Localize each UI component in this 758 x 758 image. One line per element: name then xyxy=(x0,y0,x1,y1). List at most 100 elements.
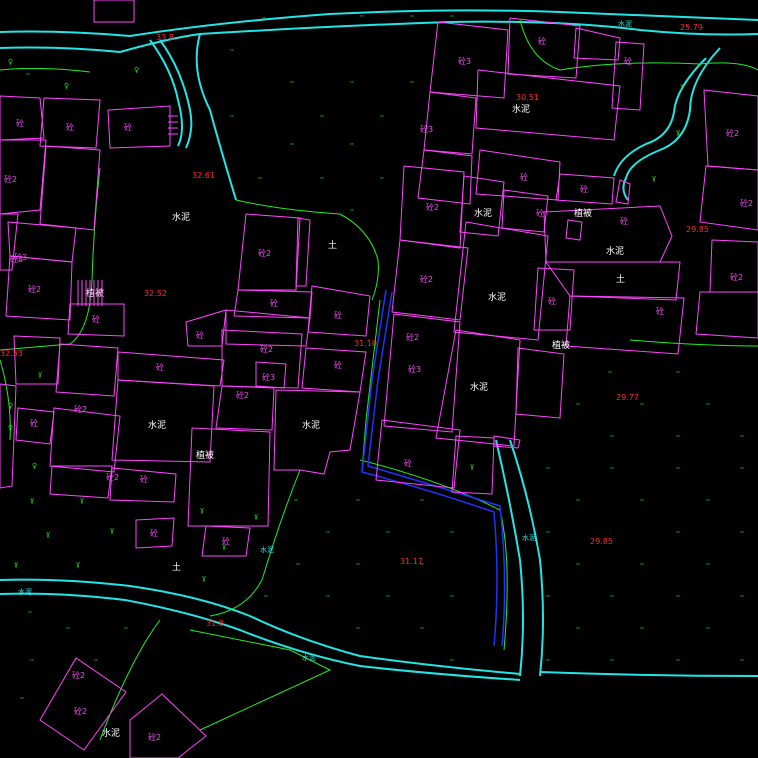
svg-text:ɣ: ɣ xyxy=(200,506,204,514)
svg-text:'': '' xyxy=(326,594,330,602)
svg-text:♀: ♀ xyxy=(8,424,13,432)
ground-label: 土 xyxy=(328,239,337,251)
elevation-label: 25.79 xyxy=(680,23,703,32)
svg-text:'': '' xyxy=(420,626,424,634)
road-vertical-right-1 xyxy=(495,439,524,677)
svg-text:'': '' xyxy=(740,434,744,442)
svg-text:'': '' xyxy=(706,498,710,506)
svg-text:'': '' xyxy=(610,434,614,442)
road-lines xyxy=(0,9,758,681)
svg-text:'': '' xyxy=(356,626,360,634)
svg-text:'': '' xyxy=(450,658,454,666)
svg-text:'': '' xyxy=(26,72,30,80)
vegetation-label: 植被 xyxy=(196,449,214,461)
elevation-label: 29.77 xyxy=(616,393,639,402)
elevation-label: 31.17 xyxy=(400,557,423,566)
building-label: 砼2 xyxy=(74,706,87,716)
svg-text:'': '' xyxy=(640,562,644,570)
road-label: 水泥 xyxy=(618,19,632,28)
elevation-label: 31.8 xyxy=(206,619,224,628)
building-label: 砼 xyxy=(150,528,158,538)
building-label: 砼2 xyxy=(406,332,419,342)
vegetation-label: 植被 xyxy=(86,287,104,299)
building-labels: 砼3 砼 砼 砼3 砼2 砼 砼2 砼2 砼 砼 砼 砼2 砼 砼3 砼 砼2 … xyxy=(4,36,753,742)
svg-text:'': '' xyxy=(610,466,614,474)
road-label: 水泥 xyxy=(18,587,32,596)
building-label: 砼 xyxy=(16,118,24,128)
svg-text:♀: ♀ xyxy=(8,58,13,66)
svg-text:ɣ: ɣ xyxy=(110,526,114,534)
ground-label: 水泥 xyxy=(172,211,190,223)
svg-text:'': '' xyxy=(546,658,550,666)
building-label: 砼3 xyxy=(408,364,421,374)
svg-text:'': '' xyxy=(410,80,414,88)
ground-label: 水泥 xyxy=(606,245,624,257)
svg-text:'': '' xyxy=(546,466,550,474)
svg-text:'': '' xyxy=(320,114,324,122)
building-label: 砼3 xyxy=(262,372,275,382)
building-label: 砼 xyxy=(548,296,556,306)
svg-text:'': '' xyxy=(28,610,32,618)
building-label: 砼 xyxy=(270,298,278,308)
svg-text:'': '' xyxy=(350,208,354,216)
building-label: 砼2 xyxy=(4,174,17,184)
svg-text:♀: ♀ xyxy=(32,462,37,470)
road-top-upper-edge xyxy=(0,9,758,38)
svg-text:'': '' xyxy=(610,594,614,602)
vegetation-boundaries xyxy=(0,19,758,741)
svg-text:'': '' xyxy=(386,594,390,602)
svg-text:'': '' xyxy=(676,530,680,538)
building-label: 砼3 xyxy=(14,252,27,262)
svg-text:'': '' xyxy=(576,626,580,634)
building-label: 砼2 xyxy=(420,274,433,284)
svg-text:'': '' xyxy=(740,658,744,666)
svg-text:'': '' xyxy=(296,562,300,570)
svg-text:'': '' xyxy=(450,530,454,538)
svg-text:'': '' xyxy=(360,14,364,22)
building-label: 砼 xyxy=(140,474,148,484)
svg-text:'': '' xyxy=(294,498,298,506)
building-label: 砼2 xyxy=(106,472,119,482)
svg-text:'': '' xyxy=(576,402,580,410)
building-label: 砼 xyxy=(124,122,132,132)
svg-text:'': '' xyxy=(326,530,330,538)
building-label: 砼 xyxy=(624,56,632,66)
ground-label: 水泥 xyxy=(148,419,166,431)
stairs-hatching xyxy=(77,115,178,306)
building-label: 砼2 xyxy=(74,404,87,414)
building-label: 砼 xyxy=(620,216,628,226)
building-label: 砼2 xyxy=(260,344,273,354)
svg-text:'': '' xyxy=(230,114,234,122)
elevation-points: 33.8 25.79 30.51 32.61 29.85 32.52 31.10… xyxy=(0,23,709,628)
svg-text:'': '' xyxy=(576,498,580,506)
svg-text:ɣ: ɣ xyxy=(46,530,50,538)
road-right-curve-2 xyxy=(613,57,707,177)
svg-text:'': '' xyxy=(124,626,128,634)
svg-text:'': '' xyxy=(290,142,294,150)
building-label: 砼2 xyxy=(28,284,41,294)
elevation-label: 29.85 xyxy=(686,225,709,234)
svg-text:ɣ: ɣ xyxy=(254,512,258,520)
svg-text:'': '' xyxy=(350,80,354,88)
svg-text:'': '' xyxy=(676,434,680,442)
elevation-label: 31.10 xyxy=(354,339,377,348)
ground-label: 水泥 xyxy=(102,727,120,739)
svg-text:ɣ: ɣ xyxy=(38,370,42,378)
ground-label: 土 xyxy=(172,561,181,573)
elevation-label: 32.53 xyxy=(0,349,23,358)
building-label: 砼 xyxy=(92,314,100,324)
road-left-branch xyxy=(149,39,183,147)
svg-text:ɣ: ɣ xyxy=(80,496,84,504)
svg-text:'': '' xyxy=(380,176,384,184)
svg-text:'': '' xyxy=(450,14,454,22)
svg-text:'': '' xyxy=(576,562,580,570)
svg-text:ɣ: ɣ xyxy=(202,574,206,582)
topographic-map-canvas[interactable]: ♀ ♀ ♀ '' '' '' '' '' '' '' '' '' '' '' '' '' '' '… xyxy=(0,0,758,758)
ground-label: 水泥 xyxy=(512,103,530,115)
building-label: 砼 xyxy=(222,536,230,546)
building-label: 砼 xyxy=(334,360,342,370)
svg-text:'': '' xyxy=(640,498,644,506)
svg-text:'': '' xyxy=(380,114,384,122)
elevation-label: 29.85 xyxy=(590,537,613,546)
svg-text:'': '' xyxy=(676,466,680,474)
